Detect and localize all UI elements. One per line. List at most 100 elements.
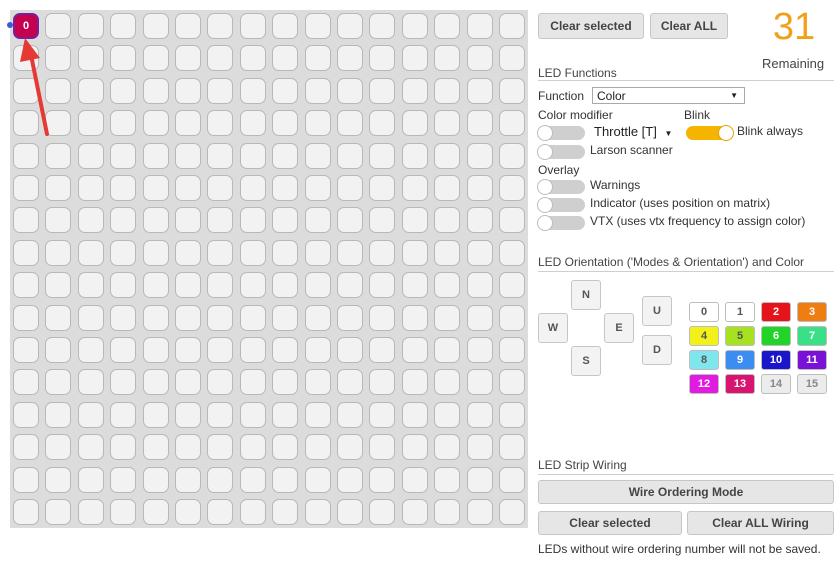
led-cell[interactable] bbox=[499, 77, 525, 104]
led-cell[interactable] bbox=[142, 110, 169, 137]
led-cell[interactable] bbox=[466, 369, 493, 396]
led-cell[interactable] bbox=[369, 499, 396, 525]
led-cell[interactable] bbox=[45, 77, 72, 104]
color-swatch-4[interactable]: 4 bbox=[689, 326, 719, 346]
led-cell[interactable] bbox=[434, 304, 461, 331]
led-cell[interactable] bbox=[142, 434, 169, 461]
throttle-toggle[interactable] bbox=[537, 125, 585, 141]
led-cell[interactable] bbox=[239, 401, 266, 428]
led-cell[interactable] bbox=[45, 304, 72, 331]
led-cell[interactable] bbox=[304, 337, 331, 363]
led-cell[interactable] bbox=[369, 272, 396, 299]
color-swatch-5[interactable]: 5 bbox=[725, 326, 755, 346]
vtx-toggle[interactable] bbox=[537, 215, 585, 231]
led-cell[interactable] bbox=[77, 77, 104, 104]
led-cell[interactable] bbox=[466, 142, 493, 169]
led-cell[interactable] bbox=[110, 207, 137, 234]
led-cell[interactable] bbox=[369, 434, 396, 461]
led-cell[interactable] bbox=[142, 175, 169, 201]
led-cell[interactable] bbox=[207, 369, 234, 396]
led-cell[interactable] bbox=[499, 175, 525, 201]
led-cell[interactable] bbox=[304, 304, 331, 331]
led-cell[interactable] bbox=[13, 175, 39, 201]
led-cell[interactable] bbox=[13, 77, 39, 104]
led-cell[interactable] bbox=[337, 499, 363, 525]
led-cell[interactable] bbox=[466, 77, 493, 104]
color-swatch-3[interactable]: 3 bbox=[797, 302, 827, 322]
color-swatch-2[interactable]: 2 bbox=[761, 302, 791, 322]
led-cell[interactable] bbox=[272, 369, 299, 396]
led-cell[interactable] bbox=[45, 239, 72, 266]
led-cell[interactable] bbox=[434, 401, 461, 428]
led-cell[interactable] bbox=[337, 175, 363, 201]
led-cell[interactable] bbox=[142, 45, 169, 72]
led-cell[interactable] bbox=[142, 272, 169, 299]
led-cell[interactable] bbox=[499, 13, 525, 39]
led-cell[interactable] bbox=[434, 499, 461, 525]
led-cell[interactable] bbox=[499, 304, 525, 331]
direction-up-button[interactable]: U bbox=[642, 296, 672, 326]
led-cell[interactable] bbox=[239, 304, 266, 331]
led-cell[interactable] bbox=[272, 499, 299, 525]
led-cell[interactable] bbox=[45, 369, 72, 396]
led-cell[interactable] bbox=[239, 142, 266, 169]
color-swatch-13[interactable]: 13 bbox=[725, 374, 755, 394]
direction-east-button[interactable]: E bbox=[604, 313, 634, 343]
led-cell[interactable] bbox=[499, 434, 525, 461]
led-cell[interactable] bbox=[239, 337, 266, 363]
led-cell[interactable] bbox=[207, 499, 234, 525]
led-cell[interactable] bbox=[175, 434, 201, 461]
led-cell[interactable] bbox=[239, 434, 266, 461]
led-cell[interactable] bbox=[142, 466, 169, 493]
led-cell[interactable] bbox=[369, 207, 396, 234]
led-cell[interactable] bbox=[272, 239, 299, 266]
led-cell[interactable] bbox=[45, 401, 72, 428]
led-cell[interactable] bbox=[369, 77, 396, 104]
led-cell[interactable] bbox=[272, 175, 299, 201]
led-cell[interactable] bbox=[77, 272, 104, 299]
color-swatch-15[interactable]: 15 bbox=[797, 374, 827, 394]
led-cell[interactable] bbox=[499, 45, 525, 72]
led-cell[interactable] bbox=[499, 369, 525, 396]
wire-ordering-mode-button[interactable]: Wire Ordering Mode bbox=[538, 480, 834, 504]
led-cell[interactable] bbox=[45, 434, 72, 461]
led-cell[interactable] bbox=[272, 337, 299, 363]
led-cell[interactable] bbox=[239, 272, 266, 299]
led-cell[interactable] bbox=[466, 207, 493, 234]
led-cell[interactable] bbox=[110, 45, 137, 72]
led-cell[interactable] bbox=[401, 45, 428, 72]
led-cell[interactable] bbox=[466, 466, 493, 493]
led-cell[interactable] bbox=[175, 175, 201, 201]
led-cell[interactable] bbox=[304, 401, 331, 428]
led-cell[interactable] bbox=[337, 13, 363, 39]
led-cell[interactable] bbox=[499, 142, 525, 169]
led-cell[interactable] bbox=[401, 337, 428, 363]
warnings-toggle[interactable] bbox=[537, 179, 585, 195]
led-cell[interactable] bbox=[434, 110, 461, 137]
led-cell[interactable] bbox=[110, 110, 137, 137]
led-cell[interactable] bbox=[45, 13, 72, 39]
led-cell[interactable] bbox=[337, 45, 363, 72]
led-cell[interactable] bbox=[401, 13, 428, 39]
led-cell[interactable] bbox=[175, 13, 201, 39]
led-cell[interactable] bbox=[304, 466, 331, 493]
led-cell[interactable] bbox=[401, 110, 428, 137]
led-cell[interactable] bbox=[77, 499, 104, 525]
led-cell[interactable] bbox=[401, 499, 428, 525]
led-cell[interactable] bbox=[77, 110, 104, 137]
led-cell[interactable] bbox=[434, 207, 461, 234]
led-cell[interactable] bbox=[401, 401, 428, 428]
led-cell[interactable] bbox=[304, 45, 331, 72]
clear-all-wiring-button[interactable]: Clear ALL Wiring bbox=[687, 511, 834, 535]
led-cell[interactable] bbox=[13, 45, 39, 72]
led-cell[interactable] bbox=[207, 239, 234, 266]
led-cell[interactable] bbox=[337, 142, 363, 169]
led-cell[interactable] bbox=[401, 142, 428, 169]
led-cell[interactable] bbox=[466, 304, 493, 331]
led-cell[interactable] bbox=[434, 77, 461, 104]
led-cell[interactable] bbox=[466, 13, 493, 39]
led-cell[interactable] bbox=[401, 369, 428, 396]
led-cell[interactable] bbox=[272, 272, 299, 299]
led-cell[interactable] bbox=[239, 13, 266, 39]
led-cell[interactable] bbox=[110, 434, 137, 461]
